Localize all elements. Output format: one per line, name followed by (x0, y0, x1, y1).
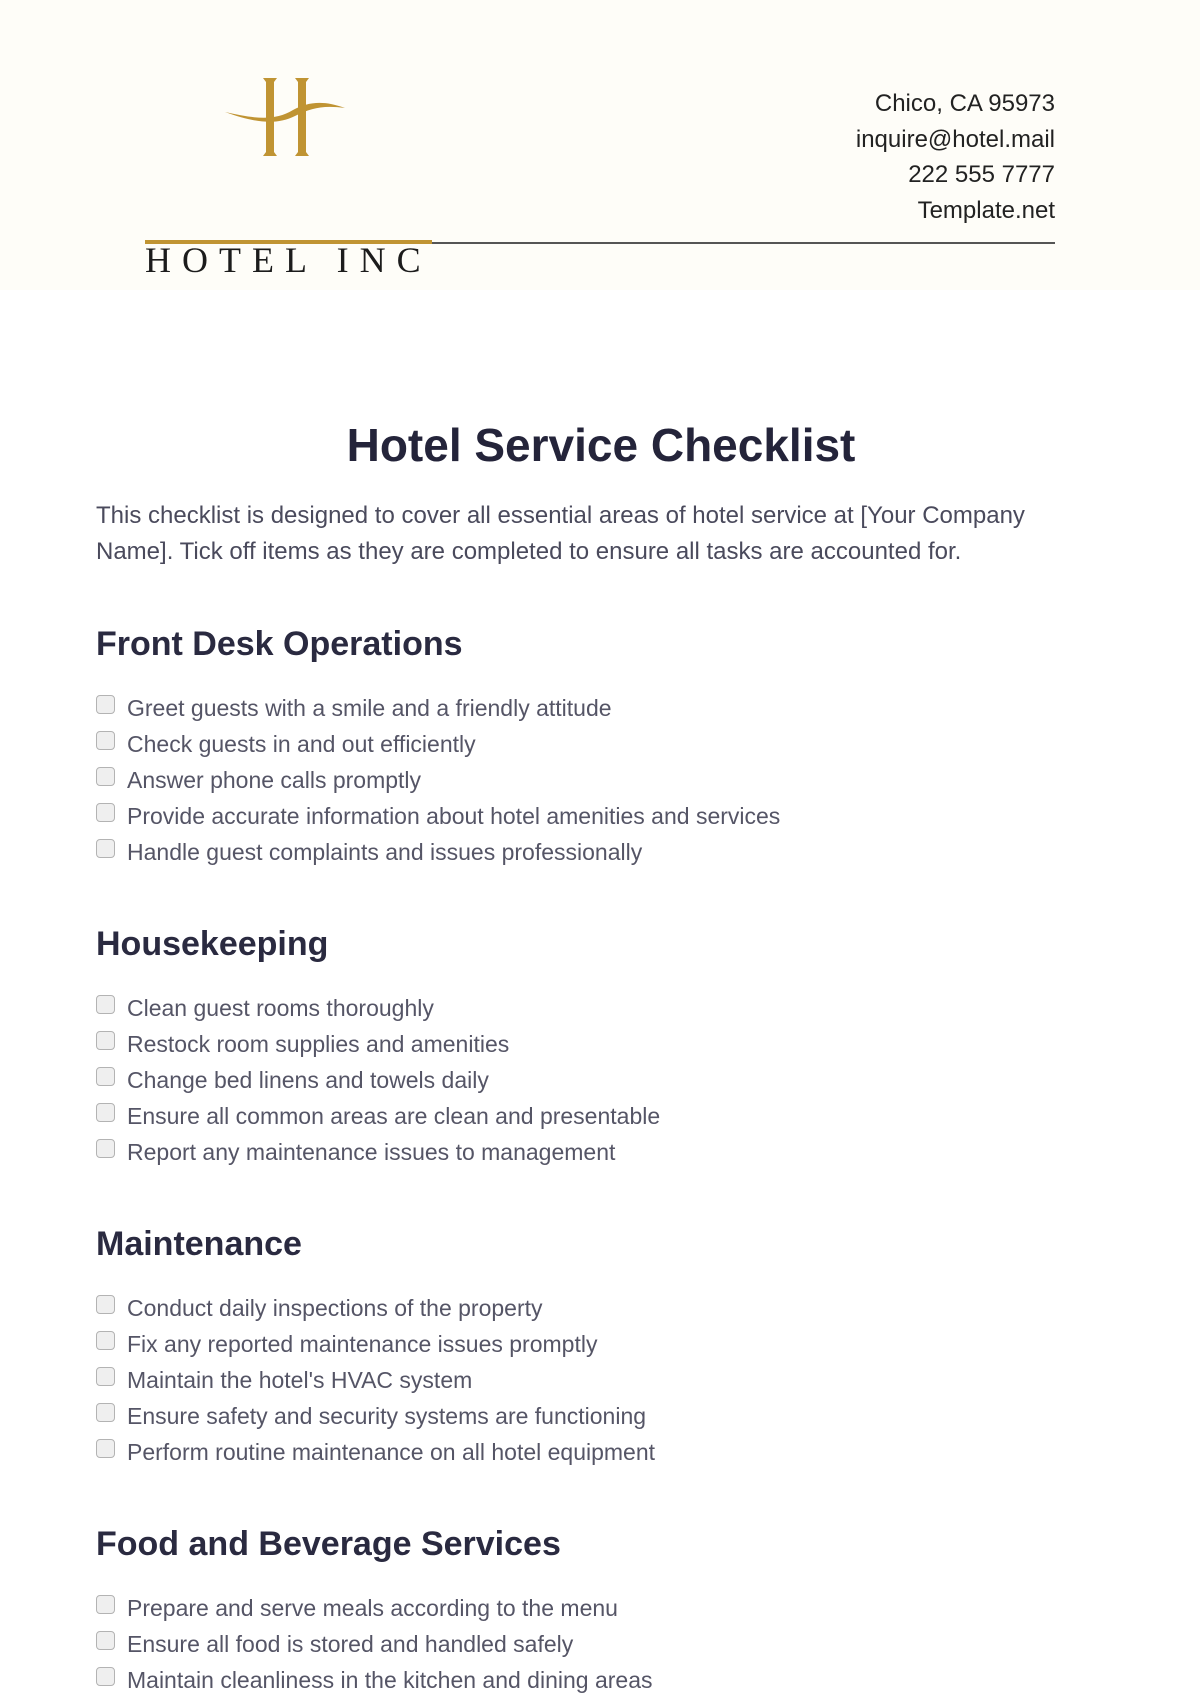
checkbox[interactable] (96, 767, 115, 786)
checkbox[interactable] (96, 839, 115, 858)
contact-block: Chico, CA 95973 inquire@hotel.mail 222 5… (856, 86, 1055, 228)
checkbox[interactable] (96, 1295, 115, 1314)
hotel-name: HOTEL INC (145, 240, 432, 280)
checklist-item-label: Clean guest rooms thoroughly (127, 994, 434, 1021)
checklist-item-label: Answer phone calls promptly (127, 766, 422, 793)
checklist-item: Handle guest complaints and issues profe… (96, 834, 1106, 870)
checklist: Greet guests with a smile and a friendly… (96, 690, 1106, 870)
checklist-item: Ensure all food is stored and handled sa… (96, 1626, 1106, 1662)
h-monogram-icon (225, 78, 345, 156)
checkbox[interactable] (96, 1631, 115, 1650)
checkbox[interactable] (96, 1439, 115, 1458)
checklist-item: Greet guests with a smile and a friendly… (96, 690, 1106, 726)
checklist-item: Fix any reported maintenance issues prom… (96, 1326, 1106, 1362)
checklist: Conduct daily inspections of the propert… (96, 1290, 1106, 1470)
checklist-section: Housekeeping Clean guest rooms thoroughly… (96, 920, 1106, 1170)
checklist: Clean guest rooms thoroughly Restock room… (96, 990, 1106, 1170)
checklist: Prepare and serve meals according to the… (96, 1590, 1106, 1698)
checklist-item-label: Report any maintenance issues to managem… (127, 1138, 616, 1165)
checkbox[interactable] (96, 1367, 115, 1386)
checklist-item-label: Maintain cleanliness in the kitchen and … (127, 1666, 653, 1693)
section-heading: Food and Beverage Services (96, 1525, 561, 1563)
checkbox[interactable] (96, 1139, 115, 1158)
accent-divider (145, 240, 432, 244)
checkbox[interactable] (96, 1103, 115, 1122)
checklist-item-label: Greet guests with a smile and a friendly… (127, 694, 612, 721)
checkbox[interactable] (96, 803, 115, 822)
checkbox[interactable] (96, 1403, 115, 1422)
checkbox[interactable] (96, 1595, 115, 1614)
checklist-item: Check guests in and out efficiently (96, 726, 1106, 762)
checklist-item-label: Ensure safety and security systems are f… (127, 1402, 647, 1429)
checklist-section: Food and Beverage Services Prepare and se… (96, 1520, 1106, 1698)
checklist-item-label: Maintain the hotel's HVAC system (127, 1366, 473, 1393)
section-heading: Front Desk Operations (96, 625, 463, 663)
checklist-section: Maintenance Conduct daily inspections of … (96, 1220, 1106, 1470)
section-heading: Housekeeping (96, 925, 329, 963)
checklist-item: Ensure all common areas are clean and pr… (96, 1098, 1106, 1134)
checklist-item: Perform routine maintenance on all hotel… (96, 1434, 1106, 1470)
page-title: Hotel Service Checklist (346, 419, 856, 471)
checkbox[interactable] (96, 731, 115, 750)
phone: 222 555 7777 (908, 161, 1055, 188)
checklist-item: Maintain cleanliness in the kitchen and … (96, 1662, 1106, 1698)
section-heading: Maintenance (96, 1225, 302, 1263)
checklist-item: Prepare and serve meals according to the… (96, 1590, 1106, 1626)
checklist-item: Answer phone calls promptly (96, 762, 1106, 798)
header-divider (432, 242, 1055, 244)
checklist-item-label: Restock room supplies and amenities (127, 1030, 510, 1057)
checklist-item: Clean guest rooms thoroughly (96, 990, 1106, 1026)
checklist-item-label: Provide accurate information about hotel… (127, 802, 781, 829)
checkbox[interactable] (96, 1667, 115, 1686)
checklist-item: Provide accurate information about hotel… (96, 798, 1106, 834)
checklist-item: Report any maintenance issues to managem… (96, 1134, 1106, 1170)
checklist-item-label: Check guests in and out efficiently (127, 730, 476, 757)
checklist-sections: Front Desk Operations Greet guests with a… (96, 620, 1106, 1698)
checklist-item-label: Perform routine maintenance on all hotel… (127, 1438, 656, 1465)
address: Chico, CA 95973 (874, 90, 1055, 117)
checklist-item: Conduct daily inspections of the propert… (96, 1290, 1106, 1326)
checkbox[interactable] (96, 695, 115, 714)
checkbox[interactable] (96, 1331, 115, 1350)
checklist-item-label: Conduct daily inspections of the propert… (127, 1294, 543, 1321)
checklist-item-label: Change bed linens and towels daily (127, 1066, 489, 1093)
intro-paragraph: This checklist is designed to cover all … (96, 502, 1025, 565)
website[interactable]: Template.net (856, 193, 1055, 229)
email[interactable]: inquire@hotel.mail (856, 122, 1055, 158)
checkbox[interactable] (96, 1067, 115, 1086)
checklist-item-label: Ensure all food is stored and handled sa… (127, 1630, 574, 1657)
checklist-item: Maintain the hotel's HVAC system (96, 1362, 1106, 1398)
checklist-item-label: Handle guest complaints and issues profe… (127, 838, 643, 865)
checklist-item-label: Ensure all common areas are clean and pr… (127, 1102, 661, 1129)
hotel-logo: HOTEL INC (145, 70, 435, 278)
checklist-item: Restock room supplies and amenities (96, 1026, 1106, 1062)
letterhead: HOTEL INC Chico, CA 95973 inquire@hotel.… (0, 0, 1200, 290)
checklist-item-label: Fix any reported maintenance issues prom… (127, 1330, 598, 1357)
document-body: Hotel Service Checklist This checklist i… (96, 410, 1106, 1698)
checklist-item-label: Prepare and serve meals according to the… (127, 1594, 618, 1621)
checklist-item: Ensure safety and security systems are f… (96, 1398, 1106, 1434)
checkbox[interactable] (96, 1031, 115, 1050)
checklist-item: Change bed linens and towels daily (96, 1062, 1106, 1098)
checkbox[interactable] (96, 995, 115, 1014)
checklist-section: Front Desk Operations Greet guests with a… (96, 620, 1106, 870)
